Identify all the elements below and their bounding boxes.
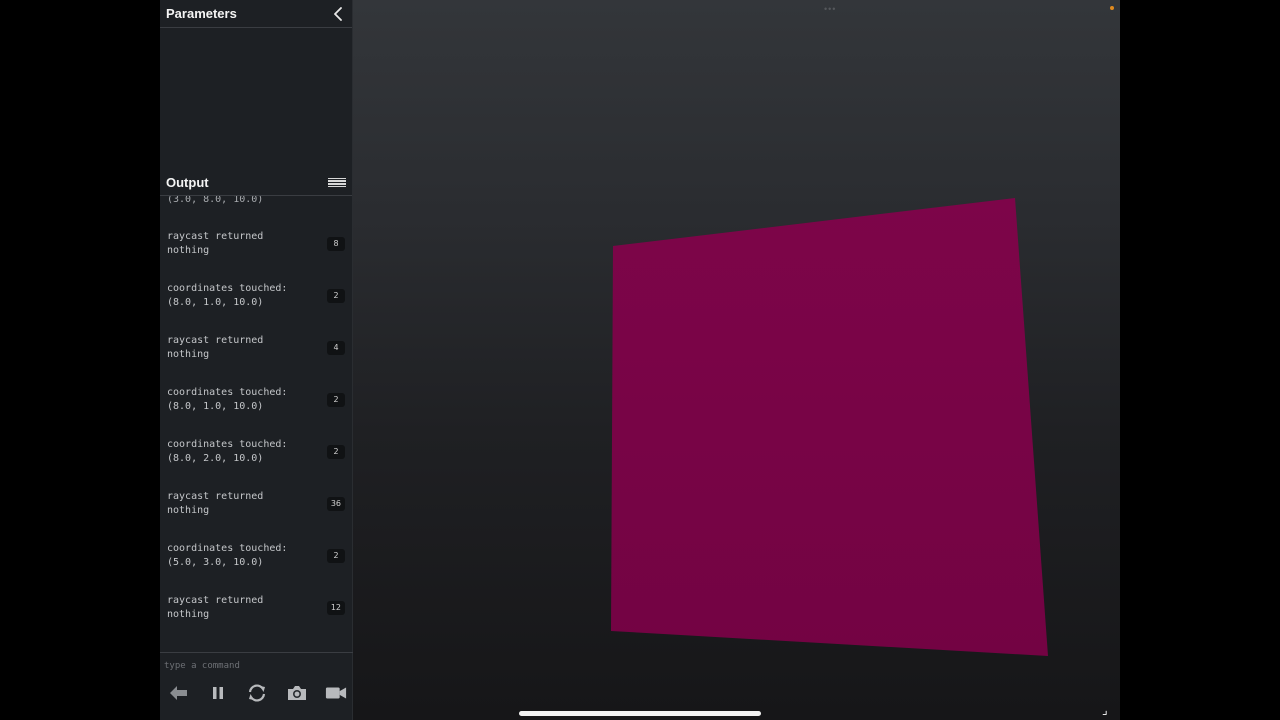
log-item: coordinates touched: (8.0, 1.0, 10.0) 2 [160,270,353,322]
log-count-badge: 2 [327,289,345,303]
log-text: raycast returned nothing [167,335,264,360]
log-text: coordinates touched: (8.0, 1.0, 10.0) [167,387,288,412]
pause-icon[interactable] [207,682,229,704]
log-item: coordinates touched: (8.0, 1.0, 10.0) 2 [160,374,353,426]
log-item: raycast returned nothing 4 [160,322,353,374]
log-item: raycast returned nothing 8 [160,218,353,270]
parameters-header: Parameters [160,0,352,28]
log-text: coordinates touched: (8.0, 2.0, 10.0) [167,439,288,464]
chevron-left-icon[interactable] [330,6,346,22]
log-count-badge: 4 [327,341,345,355]
resize-corner-icon[interactable]: ⌟ [1102,704,1114,716]
scene-canvas[interactable] [353,0,1120,720]
command-input[interactable] [164,659,349,673]
log-count-badge: 8 [327,237,345,251]
ipad-screen: ••• ⌟ Parameters Output (3.0, 8.0, 10.0)… [160,0,1120,720]
status-dot [1110,6,1114,10]
video-camera-icon[interactable] [325,682,347,704]
output-header: Output [160,170,352,196]
log-item: raycast returned nothing 36 [160,478,353,530]
log-count-badge: 2 [327,393,345,407]
log-item: coordinates touched: (5.0, 3.0, 10.0) 2 [160,530,353,582]
log-item: coordinates touched: (8.0, 2.0, 10.0) 2 [160,426,353,478]
hamburger-menu-icon[interactable] [328,177,346,189]
log-count-badge: 12 [326,601,345,615]
camera-icon[interactable] [286,682,308,704]
parameters-title: Parameters [166,6,237,21]
log-item: raycast returned nothing 12 [160,582,353,634]
scene-viewport[interactable]: ••• ⌟ [353,0,1120,720]
multitask-grabber[interactable]: ••• [824,5,842,14]
log-count-badge: 2 [327,445,345,459]
log-count-badge: 36 [326,497,345,511]
side-panel: Parameters Output (3.0, 8.0, 10.0) rayca… [160,0,353,720]
log-count-badge: 2 [327,549,345,563]
command-area [160,652,353,720]
log-text: coordinates touched: (8.0, 1.0, 10.0) [167,283,288,308]
log-text: raycast returned nothing [167,491,264,516]
log-text: coordinates touched: (5.0, 3.0, 10.0) [167,543,288,568]
log-text: raycast returned nothing [167,231,264,256]
output-log-list[interactable]: (3.0, 8.0, 10.0) raycast returned nothin… [160,196,353,652]
parameters-body [160,28,352,170]
output-title: Output [166,175,209,190]
magenta-plane [611,198,1048,656]
back-arrow-icon[interactable] [167,682,189,704]
log-text: raycast returned nothing [167,595,264,620]
home-indicator[interactable] [519,711,761,716]
log-partial-entry: (3.0, 8.0, 10.0) [167,196,264,205]
playback-toolbar [167,682,347,704]
refresh-icon[interactable] [246,682,268,704]
